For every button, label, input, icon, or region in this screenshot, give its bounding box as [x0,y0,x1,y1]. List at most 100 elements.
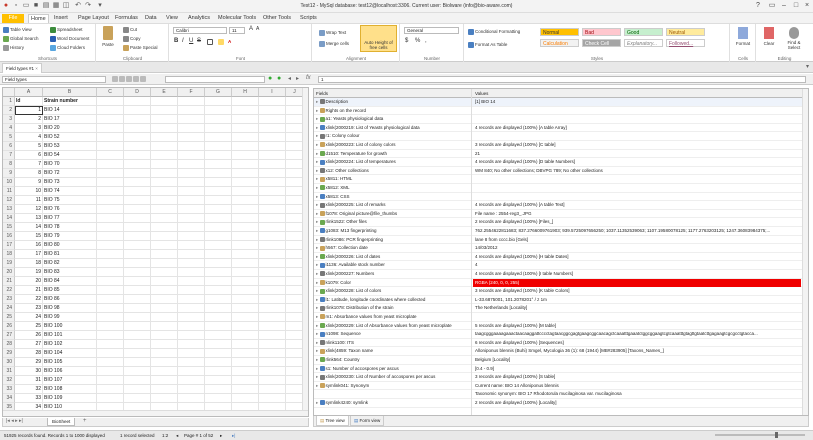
table-view-button[interactable]: Table View [3,26,32,33]
zoom-thumb[interactable] [775,432,778,438]
table-cell[interactable] [178,115,205,124]
table-cell[interactable] [205,322,232,331]
tab-scripts[interactable]: Scripts [298,14,319,23]
table-cell[interactable] [232,241,259,250]
table-cell[interactable] [259,133,286,142]
table-cell[interactable] [178,250,205,259]
panel-row[interactable]: ▸ symlink4240: symlink 2 records are disp… [314,399,802,408]
grid-horizontal-scrollbar[interactable] [3,410,308,416]
table-cell[interactable] [151,115,178,124]
table-cell[interactable] [124,151,151,160]
table-cell[interactable] [97,259,124,268]
panel-row[interactable]: ▸ xlink(2000224: List of temperatures 4 r… [314,158,802,167]
table-cell[interactable] [97,331,124,340]
panel-row[interactable]: ▸ Description [1] BIO 14 [314,98,802,107]
filter-icon[interactable] [112,76,118,82]
table-cell[interactable]: BIO 17 [43,115,97,124]
panel-row[interactable]: ▸ xlink(2000219: List of Yeasts physiolo… [314,124,802,133]
table-cell[interactable] [259,340,286,349]
tab-formulas[interactable]: Formulas [113,14,140,23]
page-prev-icon[interactable]: ◂ [176,431,178,440]
table-cell[interactable] [259,277,286,286]
table-cell[interactable] [151,268,178,277]
table-cell[interactable] [232,313,259,322]
table-cell[interactable] [151,124,178,133]
table-cell[interactable] [151,349,178,358]
expand-icon[interactable]: ▸ [316,237,320,242]
table-cell[interactable] [97,124,124,133]
table-cell[interactable] [124,223,151,232]
table-cell[interactable] [151,97,178,106]
strikethrough-button[interactable]: S [197,38,201,45]
field-value[interactable]: 4 records are displayed (100%) [A table … [473,201,801,210]
table-cell[interactable] [124,241,151,250]
add-sheet-icon[interactable]: + [83,418,87,424]
table-cell[interactable]: BIO 85 [43,286,97,295]
table-cell[interactable]: BIO 104 [43,349,97,358]
table-cell[interactable]: 24 [15,313,43,322]
table-cell[interactable] [124,340,151,349]
table-cell[interactable] [259,250,286,259]
minimize-icon[interactable]: – [778,1,790,11]
table-cell[interactable]: BIO 52 [43,133,97,142]
table-cell[interactable] [205,142,232,151]
table-cell[interactable] [151,169,178,178]
table-cell[interactable]: 13 [15,214,43,223]
table-cell[interactable] [178,331,205,340]
panel-row[interactable]: ▸ x5811: HTML [314,175,802,184]
expand-icon[interactable]: ▸ [316,151,320,156]
table-cell[interactable] [97,376,124,385]
tab-tree-view[interactable]: ▤ Tree view [316,416,349,426]
expand-icon[interactable]: ▸ [316,194,320,199]
expand-icon[interactable]: ▸ [316,254,320,259]
table-cell[interactable] [178,385,205,394]
table-cell[interactable] [178,277,205,286]
row-header[interactable]: 19 [3,259,15,268]
field-value[interactable]: [1] BIO 14 [473,98,801,107]
table-cell[interactable] [178,133,205,142]
tab-file[interactable]: File [2,14,24,23]
panel-row[interactable]: ▸ s1: Number of accospores per ascus [0.4… [314,365,802,374]
table-cell[interactable] [259,97,286,106]
table-cell[interactable] [232,340,259,349]
sheet-nav-icon[interactable]: |◂ ◂ ▸ ▸| [6,418,23,424]
table-cell[interactable]: BIO 102 [43,340,97,349]
confirm-icon[interactable]: ● [277,75,281,82]
table-cell[interactable]: BIO 101 [43,331,97,340]
row-header[interactable]: 12 [3,196,15,205]
table-cell[interactable] [205,223,232,232]
table-cell[interactable] [97,151,124,160]
table-cell[interactable] [97,106,124,115]
panel-row[interactable]: ▸ rlink1086: PCR fingerprinting lane 8 fr… [314,236,802,245]
clear-button[interactable]: Clear [760,27,778,47]
panel-row[interactable]: ▸ g1083: M13 fingerprinting 762.255462281… [314,227,802,236]
table-cell[interactable] [232,196,259,205]
column-header[interactable]: B [43,88,97,97]
table-cell[interactable] [124,367,151,376]
cut-button[interactable]: Cut [123,26,137,33]
field-value[interactable]: The Netherlands [Locality] [473,304,801,313]
table-cell[interactable] [205,349,232,358]
table-cell[interactable] [97,214,124,223]
column-header[interactable]: I [259,88,286,97]
table-cell[interactable]: BIO 80 [43,241,97,250]
table-cell[interactable] [124,214,151,223]
expand-icon[interactable]: ▸ [316,211,320,216]
table-cell[interactable] [151,250,178,259]
table-cell[interactable] [97,196,124,205]
refresh-icon[interactable] [126,76,132,82]
table-cell[interactable] [124,205,151,214]
row-header[interactable]: 15 [3,223,15,232]
row-header[interactable]: 10 [3,178,15,187]
table-cell[interactable] [178,286,205,295]
table-cell[interactable] [97,313,124,322]
percent-button[interactable]: % [415,38,420,45]
table-cell[interactable] [97,340,124,349]
tab-home[interactable]: Home [28,14,49,23]
table-cell[interactable]: 6 [15,151,43,160]
panel-row[interactable]: ▸ x5813: CSS [314,193,802,202]
tab-page-layout[interactable]: Page Layout [76,14,111,23]
table-cell[interactable]: 20 [15,277,43,286]
table-cell[interactable] [151,160,178,169]
back-icon[interactable]: ◂ [288,75,291,82]
